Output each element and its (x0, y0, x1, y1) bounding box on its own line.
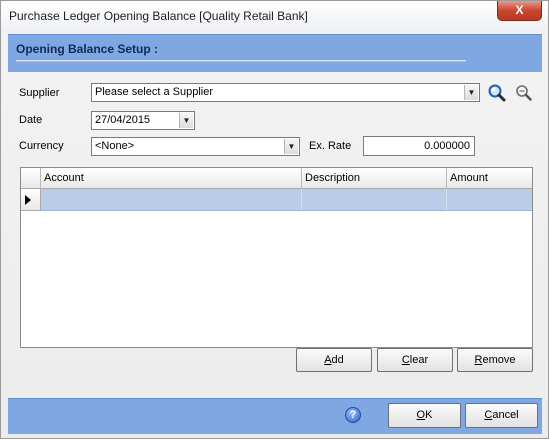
ok-button-rest: K (425, 409, 433, 421)
header-band: Opening Balance Setup : (8, 34, 542, 72)
cancel-button-rest: ancel (492, 409, 519, 421)
ex-rate-field[interactable]: 0.000000 (363, 136, 475, 156)
supplier-label: Supplier (19, 87, 60, 99)
title-bar[interactable]: Purchase Ledger Opening Balance [Quality… (1, 1, 548, 31)
currency-select[interactable]: <None> ▼ (91, 137, 300, 156)
add-button-accel: A (324, 354, 332, 366)
column-header-account[interactable]: Account (41, 168, 302, 189)
date-label: Date (19, 114, 43, 126)
window-title: Purchase Ledger Opening Balance [Quality… (9, 9, 308, 23)
remove-button[interactable]: Remove (457, 348, 533, 372)
ok-button[interactable]: OK (388, 403, 461, 428)
ex-rate-label: Ex. Rate (309, 140, 352, 152)
section-title: Opening Balance Setup : (16, 42, 159, 56)
chevron-down-icon[interactable]: ▼ (464, 85, 478, 100)
chevron-down-icon[interactable]: ▼ (284, 139, 298, 154)
entries-grid[interactable]: Account Description Amount (20, 167, 533, 348)
row-indicator[interactable] (21, 189, 41, 211)
add-button-rest: dd (331, 354, 344, 366)
column-header-description[interactable]: Description (302, 168, 447, 189)
close-button[interactable]: X (497, 1, 542, 21)
cell-account[interactable] (41, 189, 302, 210)
date-value: 27/04/2015 (95, 114, 151, 126)
chevron-down-icon[interactable]: ▼ (179, 113, 193, 128)
dialog-window: Purchase Ledger Opening Balance [Quality… (0, 0, 549, 439)
ex-rate-value: 0.000000 (424, 140, 470, 152)
zoom-icon[interactable] (514, 83, 534, 103)
supplier-value: Please select a Supplier (95, 86, 214, 98)
clear-button-rest: lear (409, 354, 429, 366)
help-icon[interactable]: ? (345, 407, 361, 423)
close-icon: X (515, 3, 524, 17)
currency-value: <None> (95, 140, 135, 152)
current-row-arrow-icon (25, 195, 31, 205)
ok-button-accel: O (416, 409, 426, 421)
search-icon[interactable] (487, 83, 507, 103)
cell-description[interactable] (302, 189, 447, 210)
footer-band: ? OK Cancel (8, 398, 542, 434)
currency-label: Currency (19, 140, 64, 152)
column-header-amount[interactable]: Amount (447, 168, 532, 189)
help-glyph: ? (349, 409, 357, 421)
table-row[interactable] (21, 189, 532, 211)
cancel-button[interactable]: Cancel (465, 403, 538, 428)
supplier-select[interactable]: Please select a Supplier ▼ (91, 83, 480, 102)
date-picker[interactable]: 27/04/2015 ▼ (91, 111, 195, 130)
grid-header: Account Description Amount (21, 168, 532, 189)
clear-button[interactable]: Clear (377, 348, 453, 372)
remove-button-rest: emove (482, 354, 516, 366)
grid-corner (21, 168, 41, 189)
clear-button-accel: C (401, 354, 410, 366)
cell-amount[interactable] (447, 189, 532, 210)
add-button[interactable]: Add (296, 348, 372, 372)
header-divider (16, 60, 466, 62)
